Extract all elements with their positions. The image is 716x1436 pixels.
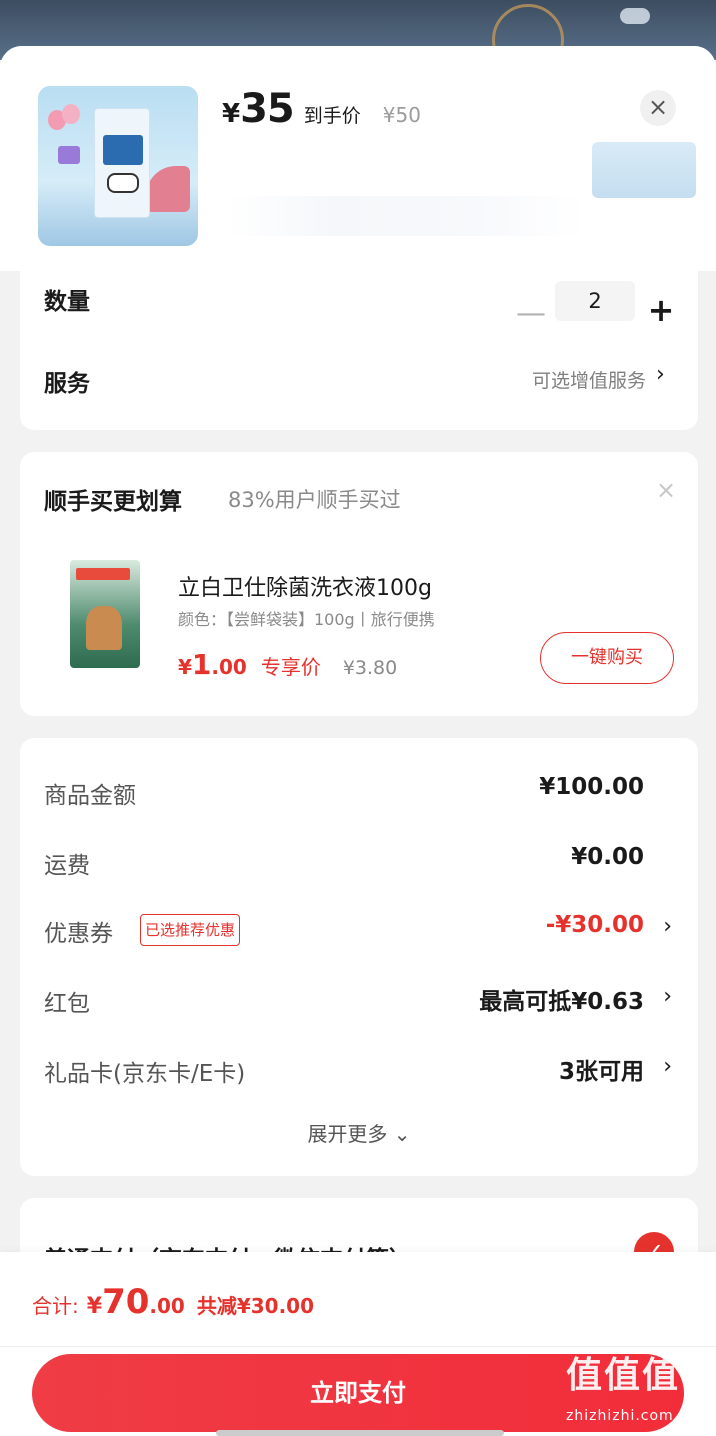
balloon-graphic bbox=[62, 104, 80, 124]
summary-label: 商品金额 bbox=[44, 783, 136, 809]
add-on-price-tag: 专享价 bbox=[260, 655, 321, 679]
slide-graphic bbox=[146, 166, 190, 212]
summary-label: 礼品卡(京东卡/E卡) bbox=[44, 1061, 246, 1087]
add-on-currency: ¥ bbox=[178, 655, 192, 679]
summary-label: 红包 bbox=[44, 991, 90, 1017]
summary-value: 最高可抵¥0.63 bbox=[479, 989, 644, 1015]
add-on-product-name[interactable]: 立白卫仕除菌洗衣液100g bbox=[178, 570, 432, 602]
one-click-buy-button[interactable]: 一键购买 bbox=[540, 632, 674, 684]
add-on-subtitle: 83%用户顺手买过 bbox=[228, 488, 401, 512]
add-on-price-dec: .00 bbox=[211, 655, 247, 679]
original-price: ¥50 bbox=[382, 103, 421, 127]
add-on-original-price: ¥3.80 bbox=[342, 657, 398, 679]
chevron-right-icon[interactable]: › bbox=[663, 1054, 672, 1079]
variant-strip bbox=[226, 196, 586, 236]
brand-logo-graphic bbox=[76, 568, 130, 580]
close-icon[interactable]: × bbox=[640, 90, 676, 126]
summary-row-goods: 商品金额 ¥100.00 bbox=[44, 772, 674, 812]
carton-label-graphic bbox=[103, 135, 143, 165]
summary-label: 运费 bbox=[44, 853, 90, 879]
summary-value: 3张可用 bbox=[558, 1059, 644, 1085]
home-indicator[interactable] bbox=[216, 1430, 504, 1436]
expand-more-button[interactable]: 展开更多 ⌄ bbox=[20, 1118, 698, 1147]
quantity-increase-button[interactable]: + bbox=[646, 294, 676, 326]
summary-label: 优惠券 bbox=[44, 921, 113, 947]
chevron-right-icon[interactable]: › bbox=[656, 362, 665, 387]
summary-row-red-packet[interactable]: 红包 最高可抵¥0.63 › bbox=[44, 980, 674, 1020]
total-amount-int: 70 bbox=[102, 1282, 150, 1322]
total-row: 合计: ¥ 70 .00 共减¥30.00 bbox=[32, 1282, 314, 1322]
total-currency: ¥ bbox=[86, 1294, 103, 1319]
currency-symbol: ¥ bbox=[222, 99, 241, 129]
add-on-title: 顺手买更划算 bbox=[44, 489, 182, 515]
milk-carton-graphic bbox=[94, 108, 150, 218]
variant-thumbnail[interactable] bbox=[592, 142, 696, 198]
product-header: ¥ 35 到手价 ¥50 × bbox=[0, 46, 716, 271]
add-on-price: ¥ 1 .00 专享价 ¥3.80 bbox=[178, 648, 397, 681]
gift-graphic bbox=[58, 146, 80, 164]
quantity-service-card: 数量 — 2 + 服务 可选增值服务 › bbox=[20, 264, 698, 430]
coupon-value: -¥30.00 bbox=[545, 912, 644, 938]
order-summary-card: 商品金额 ¥100.00 运费 ¥0.00 优惠券 已选推荐优惠 -¥30.00… bbox=[20, 738, 698, 1176]
total-label: 合计: bbox=[32, 1294, 79, 1318]
quantity-label: 数量 bbox=[44, 289, 90, 315]
service-label: 服务 bbox=[44, 371, 90, 397]
product-thumbnail[interactable] bbox=[38, 86, 198, 246]
watermark-logo: 值值值 bbox=[566, 1355, 681, 1396]
summary-value: ¥0.00 bbox=[571, 844, 644, 870]
add-on-price-int: 1 bbox=[191, 648, 212, 681]
deer-graphic bbox=[86, 606, 122, 650]
final-price: 35 bbox=[240, 86, 295, 132]
quantity-decrease-button[interactable]: — bbox=[516, 299, 546, 330]
chevron-right-icon[interactable]: › bbox=[663, 914, 672, 939]
coupon-badge: 已选推荐优惠 bbox=[140, 914, 241, 946]
summary-row-shipping: 运费 ¥0.00 bbox=[44, 842, 674, 882]
watermark-url: zhizhizhi.com bbox=[566, 1408, 674, 1424]
summary-value: ¥100.00 bbox=[539, 774, 644, 800]
cloud-decoration bbox=[620, 8, 650, 24]
service-value[interactable]: 可选增值服务 bbox=[532, 366, 646, 393]
close-icon[interactable]: × bbox=[656, 476, 676, 504]
total-amount-dec: .00 bbox=[149, 1294, 185, 1318]
add-on-product-image[interactable] bbox=[70, 560, 140, 668]
quantity-input[interactable]: 2 bbox=[555, 281, 635, 321]
chevron-right-icon[interactable]: › bbox=[663, 984, 672, 1009]
price-row: ¥ 35 到手价 ¥50 bbox=[222, 86, 421, 138]
cow-graphic bbox=[107, 173, 139, 193]
summary-row-gift-card[interactable]: 礼品卡(京东卡/E卡) 3张可用 › bbox=[44, 1050, 674, 1090]
final-price-tag: 到手价 bbox=[303, 105, 361, 127]
total-saved: 共减¥30.00 bbox=[196, 1294, 315, 1318]
add-on-product-spec: 颜色：【尝鲜袋装】100g丨旅行便携 bbox=[178, 610, 435, 629]
add-on-card: 顺手买更划算 83%用户顺手买过 × 立白卫仕除菌洗衣液100g 颜色：【尝鲜袋… bbox=[20, 452, 698, 716]
summary-row-coupon[interactable]: 优惠券 已选推荐优惠 -¥30.00 › bbox=[44, 910, 674, 950]
checkout-sheet: ¥ 35 到手价 ¥50 × 数量 — 2 + 服务 可选增值服务 › 顺手买更… bbox=[0, 46, 716, 1436]
